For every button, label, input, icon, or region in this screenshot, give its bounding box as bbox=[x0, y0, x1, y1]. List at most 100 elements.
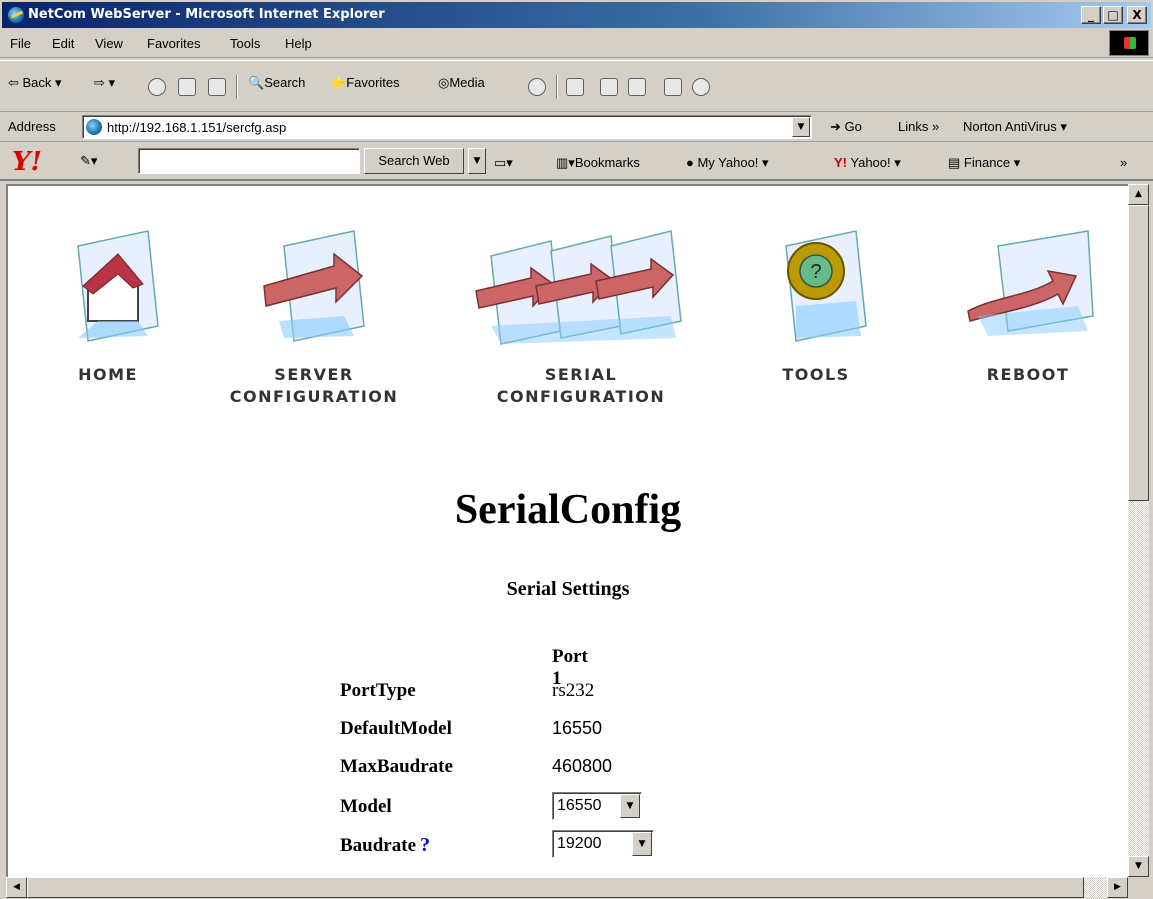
mail-icon[interactable] bbox=[566, 78, 584, 96]
nav-serial-line1: SERIAL bbox=[544, 365, 618, 384]
nav-serial-line2: CONFIGURATION bbox=[496, 387, 666, 406]
window-title-bar: NetCom WebServer - Microsoft Internet Ex… bbox=[0, 0, 1153, 28]
scroll-up-icon[interactable]: ▲ bbox=[1128, 184, 1149, 205]
back-label: Back bbox=[22, 75, 52, 90]
menu-favorites[interactable]: Favorites bbox=[147, 36, 200, 51]
scroll-right-icon[interactable]: ▶ bbox=[1107, 877, 1128, 898]
site-nav: HOME SERVER CONFIGURATION SERIAL CONFIGURA bbox=[8, 186, 1128, 446]
vertical-scrollbar[interactable]: ▲ ▼ bbox=[1128, 184, 1149, 877]
links-label: Links bbox=[898, 119, 929, 134]
row-model: Model 16550 ▼ bbox=[340, 790, 660, 820]
serial-configuration-icon bbox=[475, 230, 682, 345]
maximize-icon: □ bbox=[1107, 8, 1119, 22]
baudrate-select-value: 19200 bbox=[557, 835, 602, 852]
tools-nav-icon: ? bbox=[785, 230, 867, 342]
menu-bar: File Edit View Favorites Tools Help bbox=[0, 28, 1153, 58]
favorites-button[interactable]: ⭐Favorites bbox=[330, 75, 400, 91]
yahoo-button[interactable]: Y! Yahoo! ▾ bbox=[834, 155, 901, 171]
yahoo-search-input[interactable] bbox=[138, 148, 360, 174]
finance-label: Finance bbox=[963, 155, 1011, 170]
baudrate-dropdown-icon[interactable]: ▼ bbox=[632, 832, 652, 856]
reboot-nav-icon bbox=[967, 230, 1094, 336]
nav-home-label: HOME bbox=[78, 365, 138, 384]
address-bar: Address http://192.168.1.151/sercfg.asp … bbox=[0, 112, 1153, 142]
history-icon[interactable] bbox=[528, 78, 546, 96]
finance-button[interactable]: ▤ Finance ▾ bbox=[948, 155, 1020, 171]
nav-server-configuration[interactable]: SERVER CONFIGURATION bbox=[214, 226, 414, 408]
port-type-label: PortType bbox=[340, 680, 416, 701]
address-input[interactable]: http://192.168.1.151/sercfg.asp ▼ bbox=[82, 115, 812, 139]
forward-button[interactable]: ⇨ ▾ bbox=[94, 75, 115, 91]
menu-file[interactable]: File bbox=[10, 36, 31, 51]
ie-icon bbox=[8, 7, 24, 23]
horizontal-scroll-thumb[interactable] bbox=[27, 877, 1084, 898]
stop-icon[interactable] bbox=[148, 78, 166, 96]
baudrate-help-icon[interactable]: ? bbox=[420, 834, 430, 856]
edit-icon[interactable] bbox=[628, 78, 646, 96]
search-web-dropdown-icon[interactable]: ▼ bbox=[468, 148, 486, 174]
scroll-down-icon[interactable]: ▼ bbox=[1128, 856, 1149, 877]
close-icon: X bbox=[1132, 8, 1142, 22]
nav-home[interactable]: HOME bbox=[8, 226, 208, 386]
nav-serial-label: SERIAL CONFIGURATION bbox=[466, 364, 696, 408]
port-type-value: rs232 bbox=[552, 680, 595, 701]
maximize-button[interactable]: □ bbox=[1103, 6, 1123, 24]
go-button[interactable]: ➜ Go bbox=[830, 119, 862, 135]
close-button[interactable]: X bbox=[1127, 6, 1147, 24]
my-yahoo-label: My Yahoo! bbox=[697, 155, 759, 170]
address-label: Address bbox=[8, 119, 56, 134]
media-button[interactable]: ◎Media bbox=[438, 75, 485, 91]
nav-tools[interactable]: ? TOOLS bbox=[716, 226, 916, 386]
nav-reboot-label: REBOOT bbox=[986, 365, 1070, 384]
menu-help[interactable]: Help bbox=[285, 36, 312, 51]
search-web-button[interactable]: Search Web bbox=[364, 148, 464, 174]
max-baudrate-value: 460800 bbox=[552, 756, 613, 776]
window-title: NetCom WebServer - Microsoft Internet Ex… bbox=[28, 7, 385, 22]
minimize-icon: _ bbox=[1088, 8, 1094, 22]
discuss-icon[interactable] bbox=[664, 78, 682, 96]
search-button[interactable]: 🔍Search bbox=[248, 75, 305, 91]
menu-edit[interactable]: Edit bbox=[52, 36, 74, 51]
links-button[interactable]: Links » bbox=[898, 119, 939, 134]
nav-serial-configuration[interactable]: SERIAL CONFIGURATION bbox=[466, 226, 696, 408]
nav-tools-label: TOOLS bbox=[782, 365, 850, 384]
model-select[interactable]: 16550 ▼ bbox=[552, 792, 642, 820]
back-button[interactable]: ⇦ Back ▾ bbox=[8, 75, 62, 91]
refresh-icon[interactable] bbox=[178, 78, 196, 96]
default-model-label: DefaultModel bbox=[340, 718, 452, 739]
pencil-icon[interactable]: ✎▾ bbox=[80, 153, 97, 169]
vertical-scroll-thumb[interactable] bbox=[1128, 205, 1149, 501]
standard-toolbar: ⇦ Back ▾ ⇨ ▾ 🔍Search ⭐Favorites ◎Media bbox=[0, 60, 1153, 112]
nav-server-line1: SERVER bbox=[274, 365, 354, 384]
menu-view[interactable]: View bbox=[95, 36, 123, 51]
bookmarks-label: Bookmarks bbox=[574, 155, 640, 170]
yahoo-label: Yahoo! bbox=[850, 155, 891, 170]
media-label: Media bbox=[449, 75, 485, 90]
model-dropdown-icon[interactable]: ▼ bbox=[620, 794, 640, 818]
home-icon[interactable] bbox=[208, 78, 226, 96]
yahoo-logo[interactable]: Y! bbox=[12, 147, 42, 177]
page-icon bbox=[86, 119, 102, 135]
print-icon[interactable] bbox=[600, 78, 618, 96]
nav-reboot[interactable]: REBOOT bbox=[928, 226, 1128, 386]
scroll-left-icon[interactable]: ◀ bbox=[6, 877, 27, 898]
norton-antivirus-button[interactable]: Norton AntiVirus ▾ bbox=[963, 119, 1067, 135]
address-dropdown-icon[interactable]: ▼ bbox=[792, 117, 810, 137]
page-title: SerialConfig bbox=[454, 487, 682, 533]
windows-logo-icon bbox=[1109, 30, 1149, 56]
messenger-icon[interactable] bbox=[692, 78, 710, 96]
yahoo-toolbar: Y! ✎▾ Search Web ▼ ▭▾ ▥▾Bookmarks ● My Y… bbox=[0, 143, 1153, 181]
minimize-button[interactable]: _ bbox=[1081, 6, 1101, 24]
toolbar-separator bbox=[556, 75, 558, 99]
my-yahoo-button[interactable]: ● My Yahoo! ▾ bbox=[686, 155, 769, 171]
baudrate-select[interactable]: 19200 ▼ bbox=[552, 830, 654, 858]
mail-dropdown-icon[interactable]: ▭▾ bbox=[494, 155, 513, 171]
home-nav-icon bbox=[77, 230, 159, 342]
norton-label: Norton AntiVirus bbox=[963, 119, 1057, 134]
bookmarks-button[interactable]: ▥▾Bookmarks bbox=[556, 155, 640, 171]
horizontal-scrollbar[interactable]: ◀ ▶ bbox=[6, 877, 1128, 898]
menu-tools[interactable]: Tools bbox=[230, 36, 260, 51]
server-configuration-icon bbox=[263, 230, 365, 342]
baudrate-label-text: Baudrate bbox=[340, 835, 416, 856]
more-chevron-icon[interactable]: » bbox=[1120, 155, 1127, 170]
